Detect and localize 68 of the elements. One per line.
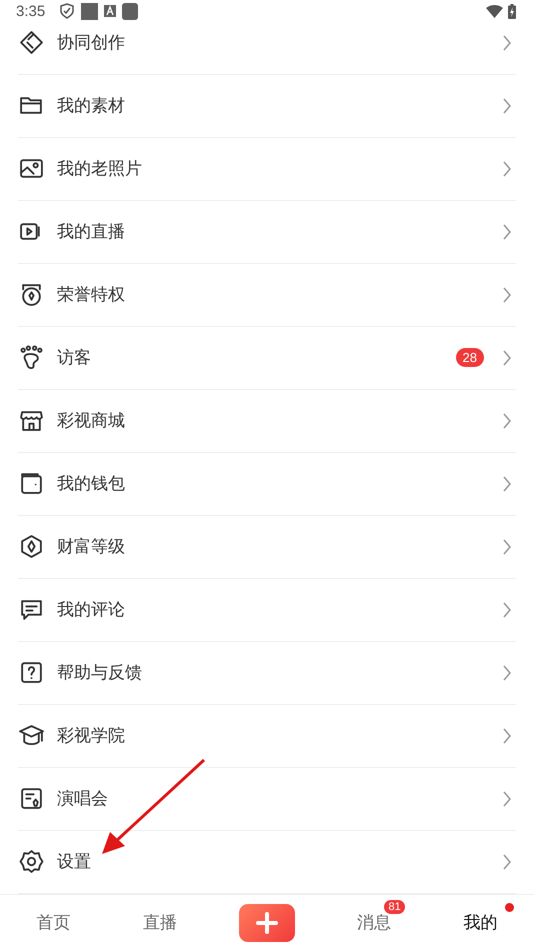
menu-item[interactable]: 我的评论 xyxy=(18,578,516,642)
hexagon-icon xyxy=(19,534,44,559)
ticket-icon xyxy=(19,786,44,811)
menu-label: 荣誉特权 xyxy=(57,284,125,306)
nav-tab[interactable]: 我的 xyxy=(464,911,498,934)
menu-item[interactable]: 荣誉特权 xyxy=(18,264,516,326)
chevron-right-icon xyxy=(502,34,512,50)
menu-label: 帮助与反馈 xyxy=(57,662,142,684)
image-icon xyxy=(19,156,44,181)
chevron-right-icon xyxy=(502,728,512,744)
count-badge: 28 xyxy=(456,348,484,367)
settings-icon xyxy=(19,849,44,874)
menu-label: 我的直播 xyxy=(57,221,125,243)
badge-icon xyxy=(19,282,44,307)
nav-tab[interactable]: 消息 xyxy=(356,911,391,934)
menu-item[interactable]: 访客 28 xyxy=(18,326,516,390)
notification-icon xyxy=(104,5,116,17)
comment-icon xyxy=(19,597,44,622)
status-time: 3:35 xyxy=(16,2,46,20)
menu-item[interactable]: 演唱会 xyxy=(18,768,516,830)
store-icon xyxy=(19,408,44,433)
menu-label: 彩视商城 xyxy=(57,410,125,432)
chevron-right-icon xyxy=(502,854,512,870)
menu-label: 彩视学院 xyxy=(57,725,125,747)
chevron-right-icon xyxy=(502,286,512,302)
menu-item[interactable]: 我的直播 xyxy=(18,200,516,264)
menu-item[interactable]: 财富等级 xyxy=(18,516,516,578)
chevron-right-icon xyxy=(502,664,512,680)
graduation-cap-icon xyxy=(19,723,44,748)
menu-label: 我的钱包 xyxy=(57,473,125,495)
menu-label: 我的素材 xyxy=(57,95,125,117)
menu-item[interactable]: 彩视商城 xyxy=(18,390,516,452)
menu-label: 演唱会 xyxy=(57,788,108,810)
menu-label: 设置 xyxy=(57,851,91,873)
menu-item[interactable]: 彩视学院 xyxy=(18,704,516,768)
menu-label: 我的评论 xyxy=(57,599,125,621)
count-badge: 81 xyxy=(384,900,405,914)
shield-icon xyxy=(59,3,76,19)
chevron-right-icon xyxy=(502,224,512,240)
chevron-right-icon xyxy=(502,98,512,114)
battery-icon xyxy=(508,4,516,18)
menu-item[interactable]: 帮助与反馈 xyxy=(18,642,516,704)
menu-label: 协同创作 xyxy=(57,32,125,54)
menu-item[interactable]: 协同创作 xyxy=(18,22,516,74)
tag-icon xyxy=(19,30,44,55)
wifi-icon xyxy=(486,4,503,18)
menu-label: 财富等级 xyxy=(57,536,125,558)
nav-tab[interactable]: 首页 xyxy=(36,911,70,934)
create-button[interactable] xyxy=(238,904,295,942)
menu-label: 我的老照片 xyxy=(57,158,142,180)
wallet-icon xyxy=(19,471,44,496)
notification-icon xyxy=(122,2,138,20)
chevron-right-icon xyxy=(502,538,512,554)
notification-icon xyxy=(81,2,98,20)
menu-item[interactable]: 我的钱包 xyxy=(18,452,516,516)
menu-item[interactable]: 我的老照片 xyxy=(18,138,516,200)
chevron-right-icon xyxy=(502,160,512,176)
nav-tab[interactable]: 直播 xyxy=(143,911,178,934)
chevron-right-icon xyxy=(502,790,512,806)
help-icon xyxy=(19,660,44,685)
plus-icon xyxy=(256,912,278,934)
chevron-right-icon xyxy=(502,476,512,492)
footprint-icon xyxy=(19,345,44,370)
menu-item[interactable]: 我的素材 xyxy=(18,74,516,138)
chevron-right-icon xyxy=(502,412,512,428)
menu-label: 访客 xyxy=(57,347,91,369)
chevron-right-icon xyxy=(502,602,512,618)
chevron-right-icon xyxy=(502,350,512,366)
